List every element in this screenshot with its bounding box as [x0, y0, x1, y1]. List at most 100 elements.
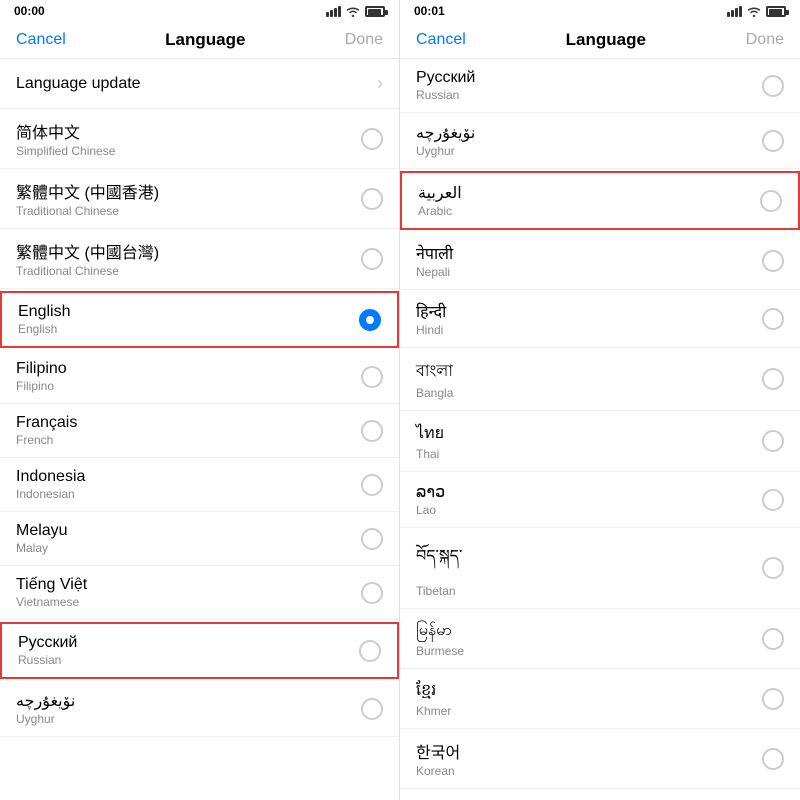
list-item[interactable]: نۆيغۇرچەUyghur — [0, 681, 399, 737]
list-item[interactable]: EnglishEnglish — [0, 291, 399, 348]
radio-button[interactable] — [361, 698, 383, 720]
item-main-label: ไทย — [416, 421, 444, 446]
wifi-icon — [345, 5, 361, 17]
radio-button[interactable] — [361, 582, 383, 604]
radio-button[interactable] — [760, 190, 782, 212]
language-list-right: РусскийRussian نۆيغۇرچەUyghur العربيةArabi… — [400, 59, 800, 800]
item-sub-label: Korean — [416, 764, 460, 778]
item-main-label: العربية — [418, 183, 462, 203]
done-button-right[interactable]: Done — [746, 31, 784, 49]
item-main-label: English — [18, 303, 70, 321]
item-text: 한국어Korean — [416, 739, 460, 778]
radio-button[interactable] — [361, 248, 383, 270]
list-item[interactable]: IndonesiaIndonesian — [0, 458, 399, 512]
cancel-button-right[interactable]: Cancel — [416, 31, 466, 49]
list-item[interactable]: မြန်မာBurmese — [400, 609, 800, 669]
status-icons-left — [326, 5, 385, 17]
list-item[interactable]: བོད་སྐད་Tibetan — [400, 528, 800, 609]
list-item[interactable]: ລາວLao — [400, 472, 800, 528]
list-item[interactable]: नेपालीNepali — [400, 232, 800, 290]
list-item[interactable]: 繁體中文 (中國台灣)Traditional Chinese — [0, 229, 399, 289]
item-text: বাংলাBangla — [416, 358, 453, 400]
item-sub-label: Arabic — [418, 204, 462, 218]
status-bar-left: 00:00 — [0, 0, 399, 22]
item-text: ខ្មែរKhmer — [416, 679, 451, 718]
radio-button[interactable] — [762, 430, 784, 452]
item-main-label: نۆيغۇرچە — [416, 123, 475, 143]
page-title-left: Language — [165, 30, 245, 50]
radio-button[interactable] — [359, 640, 381, 662]
list-item[interactable]: 简体中文Simplified Chinese — [0, 109, 399, 169]
radio-button[interactable] — [361, 188, 383, 210]
list-item[interactable]: Tiếng ViệtVietnamese — [0, 566, 399, 620]
item-text: IndonesiaIndonesian — [16, 468, 85, 501]
list-item[interactable]: نۆيغۇرچەUyghur — [400, 113, 800, 169]
item-main-label: نۆيغۇرچە — [16, 691, 75, 711]
radio-button[interactable] — [361, 528, 383, 550]
list-item[interactable]: ไทยThai — [400, 411, 800, 472]
item-sub-label: English — [18, 322, 70, 336]
item-sub-label: Vietnamese — [16, 595, 87, 609]
list-item[interactable]: FilipinoFilipino — [0, 350, 399, 404]
item-text: РусскийRussian — [416, 69, 475, 102]
done-button-left[interactable]: Done — [345, 31, 383, 49]
item-main-label: Русский — [416, 69, 475, 87]
item-sub-label: Russian — [18, 653, 77, 667]
item-sub-label: Khmer — [416, 704, 451, 718]
list-item[interactable]: FrançaisFrench — [0, 404, 399, 458]
item-main-label: 简体中文 — [16, 119, 115, 143]
item-sub-label: Filipino — [16, 379, 67, 393]
language-list-left: 简体中文Simplified Chinese 繁體中文 (中國香港)Traditi… — [0, 109, 399, 800]
item-sub-label: Malay — [16, 541, 68, 555]
item-text: 简体中文Simplified Chinese — [16, 119, 115, 158]
item-text: نۆيغۇرچەUyghur — [416, 123, 475, 158]
radio-button[interactable] — [762, 688, 784, 710]
item-text: Tiếng ViệtVietnamese — [16, 576, 87, 609]
radio-button[interactable] — [762, 75, 784, 97]
battery-icon-right — [766, 6, 786, 17]
radio-button[interactable] — [361, 366, 383, 388]
item-main-label: Français — [16, 414, 77, 432]
item-main-label: Melayu — [16, 522, 68, 540]
list-item[interactable]: 한국어Korean — [400, 729, 800, 789]
item-text: РусскийRussian — [18, 634, 77, 667]
time-left: 00:00 — [14, 4, 45, 18]
item-sub-label: Lao — [416, 503, 445, 517]
radio-button[interactable] — [762, 368, 784, 390]
item-text: नेपालीNepali — [416, 242, 453, 279]
page-title-right: Language — [566, 30, 646, 50]
radio-button[interactable] — [762, 130, 784, 152]
item-text: EnglishEnglish — [18, 303, 70, 336]
item-main-label: हिन्दी — [416, 300, 446, 322]
radio-button[interactable] — [762, 308, 784, 330]
radio-button[interactable] — [762, 557, 784, 579]
list-item[interactable]: РусскийRussian — [0, 622, 399, 679]
item-text: ไทยThai — [416, 421, 444, 461]
language-update-item[interactable]: Language update › — [0, 59, 399, 109]
radio-button[interactable] — [361, 128, 383, 150]
item-main-label: ລາວ — [416, 482, 445, 502]
list-item[interactable]: MelayuMalay — [0, 512, 399, 566]
chevron-right-icon: › — [377, 73, 383, 94]
item-sub-label: Nepali — [416, 265, 453, 279]
list-item[interactable]: 日本語Japanese — [400, 789, 800, 800]
radio-button[interactable] — [361, 420, 383, 442]
radio-button[interactable] — [762, 628, 784, 650]
radio-button[interactable] — [762, 489, 784, 511]
item-text: العربيةArabic — [418, 183, 462, 218]
item-sub-label: Uyghur — [416, 144, 475, 158]
list-item[interactable]: العربيةArabic — [400, 171, 800, 230]
item-main-label: Indonesia — [16, 468, 85, 486]
radio-button[interactable] — [762, 250, 784, 272]
radio-button[interactable] — [762, 748, 784, 770]
radio-button[interactable] — [359, 309, 381, 331]
radio-button[interactable] — [361, 474, 383, 496]
item-main-label: မြန်မာ — [416, 619, 464, 643]
list-item[interactable]: 繁體中文 (中國香港)Traditional Chinese — [0, 169, 399, 229]
list-item[interactable]: हिन्दीHindi — [400, 290, 800, 348]
list-item[interactable]: বাংলাBangla — [400, 348, 800, 411]
list-item[interactable]: РусскийRussian — [400, 59, 800, 113]
item-text: 繁體中文 (中國台灣)Traditional Chinese — [16, 239, 159, 278]
list-item[interactable]: ខ្មែរKhmer — [400, 669, 800, 729]
cancel-button-left[interactable]: Cancel — [16, 31, 66, 49]
